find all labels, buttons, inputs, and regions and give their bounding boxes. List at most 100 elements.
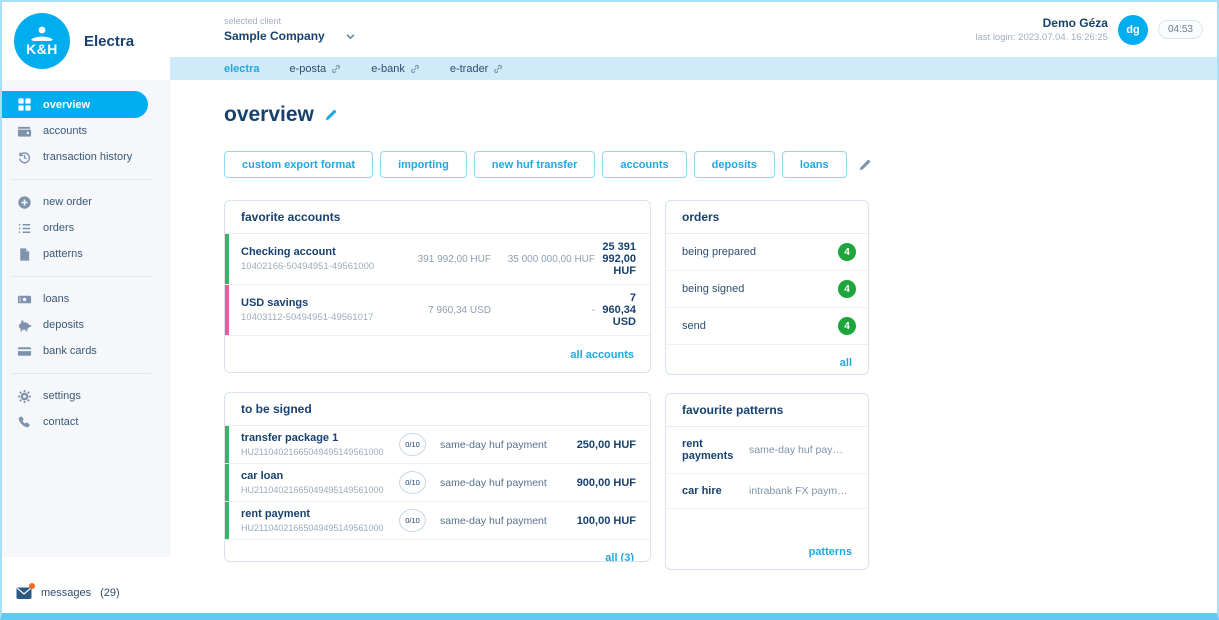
sidebar-item-deposits[interactable]: deposits [2, 312, 169, 338]
sidebar-item-label: settings [43, 390, 81, 402]
avatar[interactable]: dg [1118, 15, 1148, 45]
pattern-name: car hire [682, 485, 749, 497]
importing-button[interactable]: importing [380, 151, 467, 178]
notification-dot [29, 583, 35, 589]
account-balance: 25 391 992,00 HUF [595, 241, 636, 277]
signable-row[interactable]: car loan HU21104021665049495149561000 0/… [225, 464, 650, 502]
account-blocked: 35 000 000,00 HUF [491, 254, 595, 265]
orders-row[interactable]: being signed 4 [666, 271, 868, 308]
person-icon [29, 26, 55, 41]
edit-title-icon[interactable] [324, 108, 338, 122]
orders-row[interactable]: send 4 [666, 308, 868, 345]
account-name: USD savings [241, 297, 403, 309]
order-name: rent payment [241, 508, 399, 520]
gear-icon [17, 389, 32, 404]
sidebar-item-patterns[interactable]: patterns [2, 241, 169, 267]
sidebar-item-label: transaction history [43, 151, 132, 163]
pattern-row[interactable]: rent payments same-day huf pay… [666, 427, 868, 474]
tab-e-bank[interactable]: e-bank [371, 63, 420, 75]
selected-client-name: Sample Company [224, 29, 325, 43]
last-login: last login: 2023.07.04. 16:26:25 [975, 32, 1108, 43]
order-name: car loan [241, 470, 399, 482]
orders-status-label: send [682, 320, 706, 332]
link-icon [331, 64, 341, 74]
tab-electra[interactable]: electra [224, 63, 259, 75]
brand-logo: K&H Electra [2, 2, 170, 80]
messages-link[interactable]: messages (29) [2, 573, 170, 613]
all-orders-link[interactable]: all [840, 357, 852, 369]
sidebar: K&H Electra overview accounts [2, 2, 170, 613]
order-amount: 100,00 HUF [558, 515, 636, 527]
messages-label: messages [41, 587, 91, 599]
tab-label: e-trader [450, 63, 489, 75]
pattern-row[interactable]: car hire intrabank FX paym… [666, 474, 868, 509]
tab-label: e-bank [371, 63, 405, 75]
order-iban: HU21104021665049495149561000 [241, 447, 399, 457]
signable-row[interactable]: transfer package 1 HU2110402166504949514… [225, 426, 650, 464]
card-title: favourite patterns [666, 394, 868, 427]
order-type: same-day huf payment [426, 515, 558, 527]
user-name: Demo Géza [975, 16, 1108, 30]
sidebar-item-label: patterns [43, 248, 83, 260]
loans-button[interactable]: loans [782, 151, 847, 178]
banknote-icon [17, 292, 32, 307]
sidebar-item-accounts[interactable]: accounts [2, 118, 169, 144]
client-selector[interactable]: selected client Sample Company [224, 16, 356, 43]
sidebar-divider [12, 373, 151, 374]
signable-row[interactable]: rent payment HU2110402166504949514956100… [225, 502, 650, 540]
deposits-button[interactable]: deposits [694, 151, 775, 178]
content-column: selected client Sample Company Demo Géza… [170, 2, 1217, 613]
accounts-button[interactable]: accounts [602, 151, 686, 178]
orders-row[interactable]: being prepared 4 [666, 234, 868, 271]
order-iban: HU21104021665049495149561000 [241, 523, 399, 533]
phone-icon [17, 415, 32, 430]
sidebar-item-loans[interactable]: loans [2, 286, 169, 312]
favourite-patterns-card: favourite patterns rent payments same-da… [665, 393, 869, 570]
sidebar-divider [12, 179, 151, 180]
messages-count: (29) [100, 587, 120, 599]
tab-e-posta[interactable]: e-posta [289, 63, 341, 75]
pattern-type: same-day huf pay… [749, 444, 854, 456]
sidebar-item-new-order[interactable]: new order [2, 189, 169, 215]
account-row[interactable]: USD savings 10403112-50494951-49561017 7… [225, 285, 650, 336]
pattern-type: intrabank FX paym… [749, 485, 854, 497]
list-icon [17, 221, 32, 236]
orders-count-badge: 4 [838, 243, 856, 261]
tab-e-trader[interactable]: e-trader [450, 63, 504, 75]
new-huf-transfer-button[interactable]: new huf transfer [474, 151, 596, 178]
order-type: same-day huf payment [426, 477, 558, 489]
sidebar-item-overview[interactable]: overview [2, 91, 148, 118]
orders-status-label: being signed [682, 283, 744, 295]
all-accounts-link[interactable]: all accounts [570, 349, 634, 361]
sidebar-menu: overview accounts transaction history [2, 80, 170, 557]
sidebar-item-label: deposits [43, 319, 84, 331]
quick-buttons: custom export format importing new huf t… [224, 151, 1217, 178]
logo-text: K&H [26, 42, 58, 56]
account-available: 7 960,34 USD [403, 305, 491, 316]
account-balance: 7 960,34 USD [595, 292, 636, 328]
sidebar-item-label: contact [43, 416, 78, 428]
patterns-link[interactable]: patterns [809, 546, 852, 558]
order-amount: 900,00 HUF [558, 477, 636, 489]
sidebar-item-bank-cards[interactable]: bank cards [2, 338, 169, 364]
orders-count-badge: 4 [838, 317, 856, 335]
account-number: 10402166-50494951-49561000 [241, 261, 403, 272]
chevron-down-icon[interactable] [345, 31, 356, 42]
all-signable-link[interactable]: all (3) [605, 552, 634, 562]
main-content: overview custom export format importing … [170, 80, 1217, 613]
order-name: transfer package 1 [241, 432, 399, 444]
signature-count-badge: 0/10 [399, 509, 426, 532]
custom-export-format-button[interactable]: custom export format [224, 151, 373, 178]
session-timer: 04:53 [1158, 20, 1203, 39]
account-number: 10403112-50494951-49561017 [241, 312, 403, 323]
edit-buttons-icon[interactable] [858, 158, 872, 172]
tab-label: electra [224, 63, 259, 75]
sidebar-item-settings[interactable]: settings [2, 383, 169, 409]
kh-logo-icon: K&H [14, 13, 70, 69]
sidebar-item-contact[interactable]: contact [2, 409, 169, 435]
sidebar-item-label: bank cards [43, 345, 97, 357]
sidebar-item-orders[interactable]: orders [2, 215, 169, 241]
card-title: to be signed [225, 393, 650, 426]
account-row[interactable]: Checking account 10402166-50494951-49561… [225, 234, 650, 285]
sidebar-item-transaction-history[interactable]: transaction history [2, 144, 169, 170]
